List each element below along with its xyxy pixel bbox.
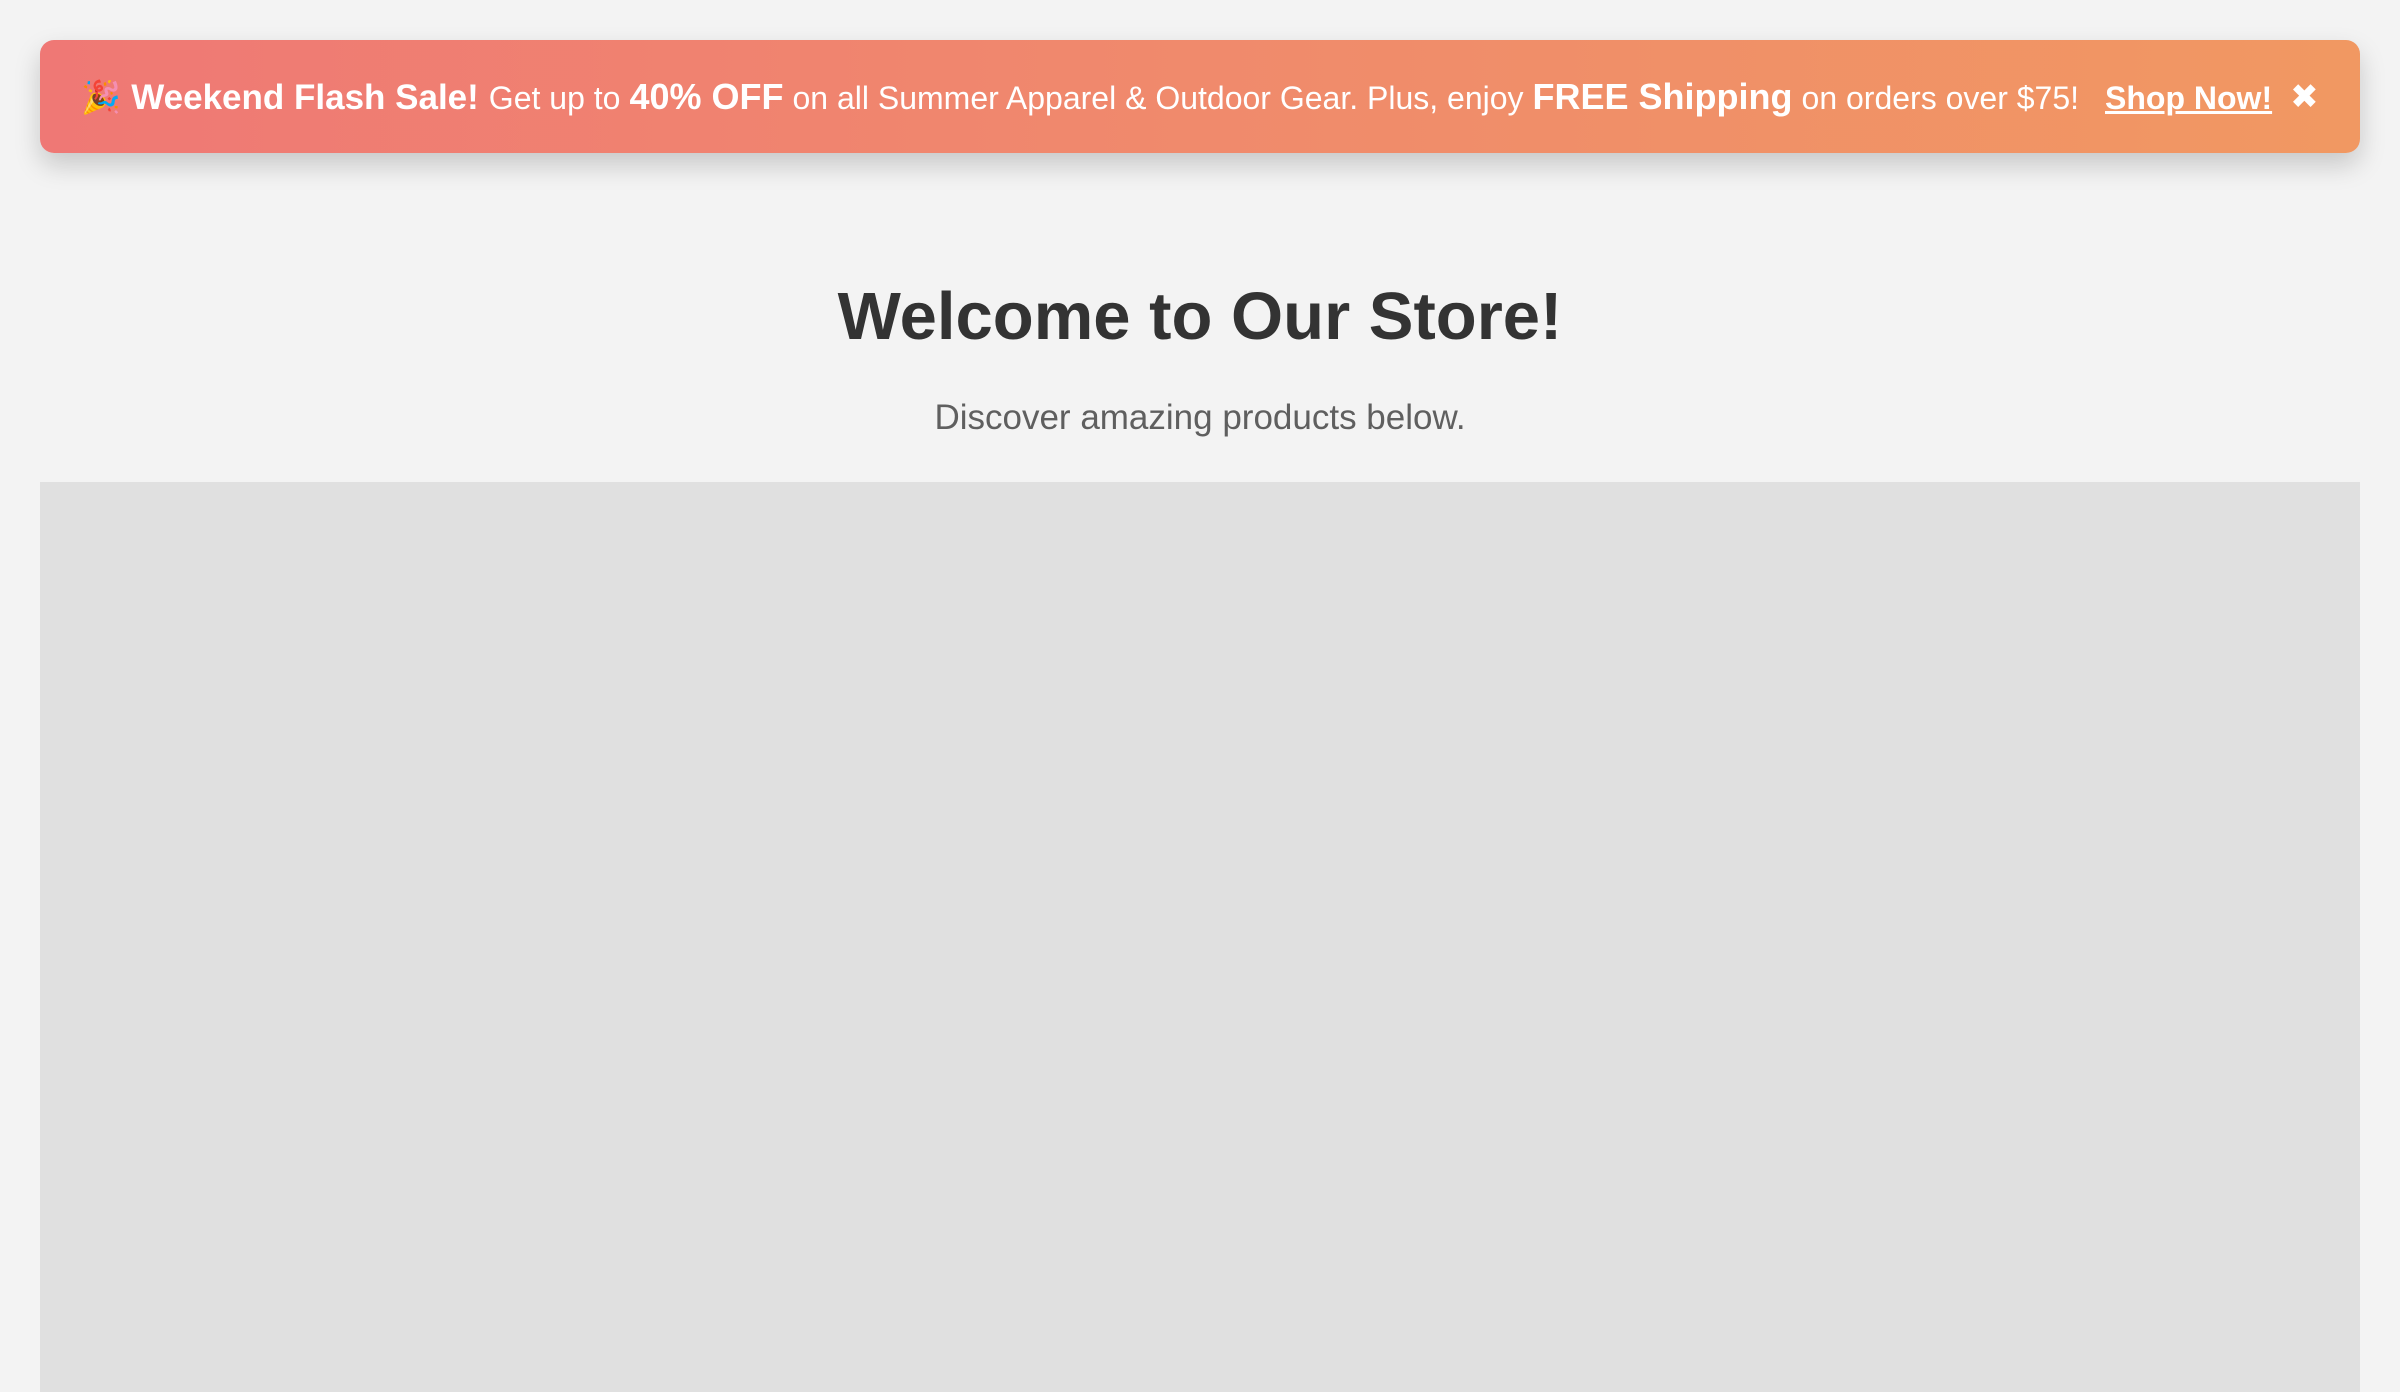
promo-banner: 🎉 Weekend Flash Sale! Get up to 40% OFF … bbox=[40, 40, 2360, 153]
promo-banner-message: 🎉 Weekend Flash Sale! Get up to 40% OFF … bbox=[81, 75, 2319, 117]
promo-text-middle: on all Summer Apparel & Outdoor Gear. Pl… bbox=[792, 79, 1524, 116]
close-icon[interactable]: ✖ bbox=[2290, 80, 2319, 114]
promo-text-suffix: on orders over $75! bbox=[1801, 79, 2080, 116]
party-popper-icon: 🎉 bbox=[81, 78, 122, 115]
promo-free-shipping: FREE Shipping bbox=[1532, 75, 1793, 117]
shop-now-link[interactable]: Shop Now! bbox=[2105, 82, 2272, 114]
promo-title: Weekend Flash Sale! bbox=[131, 77, 479, 117]
promo-discount: 40% OFF bbox=[629, 75, 784, 117]
page-title: Welcome to Our Store! bbox=[837, 279, 1563, 354]
page-subtitle: Discover amazing products below. bbox=[934, 398, 1466, 437]
promo-text-prefix: Get up to bbox=[488, 79, 621, 116]
product-content-area bbox=[40, 482, 2360, 1392]
